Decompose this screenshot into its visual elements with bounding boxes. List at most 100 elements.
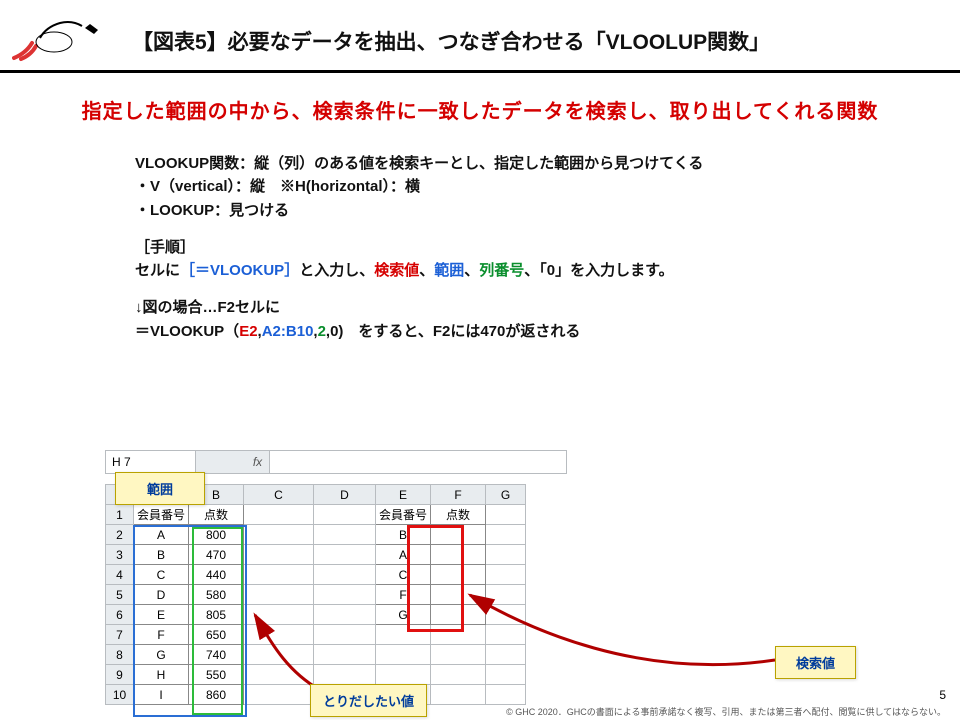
cell[interactable]: [314, 565, 376, 585]
logo: [12, 18, 102, 64]
row-header: 9: [106, 665, 134, 685]
formula-input[interactable]: [270, 451, 566, 473]
cell[interactable]: 点数: [431, 505, 486, 525]
col-header: F: [431, 485, 486, 505]
cell[interactable]: [244, 665, 314, 685]
note-take: とりだしたい値: [310, 684, 427, 717]
cell[interactable]: [244, 545, 314, 565]
cell[interactable]: [244, 645, 314, 665]
cell[interactable]: [376, 665, 431, 685]
cell[interactable]: [486, 685, 526, 705]
txt: と入力し、: [299, 262, 374, 279]
cell[interactable]: [486, 625, 526, 645]
txt: ＝VLOOKUP（: [135, 323, 239, 340]
cell[interactable]: [314, 605, 376, 625]
cell[interactable]: F: [134, 625, 189, 645]
cell[interactable]: [486, 565, 526, 585]
cell[interactable]: C: [134, 565, 189, 585]
body-line: ・LOOKUP：見つける: [135, 199, 960, 222]
cell[interactable]: 会員番号: [376, 505, 431, 525]
cell[interactable]: [431, 625, 486, 645]
cell[interactable]: 点数: [189, 505, 244, 525]
cell[interactable]: [431, 685, 486, 705]
row-header: 5: [106, 585, 134, 605]
cell[interactable]: 440: [189, 565, 244, 585]
cell[interactable]: 会員番号: [134, 505, 189, 525]
cell[interactable]: [431, 545, 486, 565]
cell[interactable]: A: [376, 545, 431, 565]
cell[interactable]: I: [134, 685, 189, 705]
grid: A B C D E F G 1 会員番号 点数 会員番号 点数 2 A 800 …: [105, 484, 526, 705]
note-key: 検索値: [775, 646, 856, 679]
copyright: © GHC 2020．GHCの書面による事前承諾なく複写、引用、または第三者へ配…: [506, 705, 946, 718]
col-header: D: [314, 485, 376, 505]
cell[interactable]: [244, 565, 314, 585]
col-header: G: [486, 485, 526, 505]
cell[interactable]: 650: [189, 625, 244, 645]
cell[interactable]: [376, 645, 431, 665]
cell[interactable]: [486, 645, 526, 665]
cell[interactable]: [314, 525, 376, 545]
row-header: 8: [106, 645, 134, 665]
cell[interactable]: 740: [189, 645, 244, 665]
cell[interactable]: [486, 665, 526, 685]
cell[interactable]: 860: [189, 685, 244, 705]
cell[interactable]: [314, 645, 376, 665]
cell[interactable]: [314, 665, 376, 685]
cell[interactable]: [486, 605, 526, 625]
cell[interactable]: [244, 505, 314, 525]
col-header: C: [244, 485, 314, 505]
cell[interactable]: 580: [189, 585, 244, 605]
cell[interactable]: [431, 605, 486, 625]
cell[interactable]: [486, 545, 526, 565]
cell[interactable]: G: [376, 605, 431, 625]
row-header: 10: [106, 685, 134, 705]
txt-range: A2:B10: [262, 323, 314, 340]
cell[interactable]: G: [134, 645, 189, 665]
txt: セルに: [135, 262, 180, 279]
cell[interactable]: B: [134, 545, 189, 565]
cell[interactable]: [431, 565, 486, 585]
cell[interactable]: [244, 685, 314, 705]
page-number: 5: [939, 688, 946, 702]
cell[interactable]: [314, 545, 376, 565]
cell[interactable]: 470: [189, 545, 244, 565]
cell[interactable]: [244, 585, 314, 605]
name-box[interactable]: H 7: [106, 451, 196, 473]
row-header: 6: [106, 605, 134, 625]
cell[interactable]: [314, 625, 376, 645]
row-header: 3: [106, 545, 134, 565]
cell[interactable]: [376, 625, 431, 645]
cell[interactable]: [244, 605, 314, 625]
col-header: E: [376, 485, 431, 505]
cell[interactable]: A: [134, 525, 189, 545]
cell[interactable]: [431, 665, 486, 685]
cell[interactable]: [486, 525, 526, 545]
cell[interactable]: 800: [189, 525, 244, 545]
txt-col: 列番号: [479, 262, 524, 279]
cell[interactable]: H: [134, 665, 189, 685]
cell[interactable]: [244, 525, 314, 545]
fx-icon[interactable]: fx: [246, 451, 270, 473]
cell[interactable]: [314, 585, 376, 605]
cell[interactable]: [431, 525, 486, 545]
cell[interactable]: B: [376, 525, 431, 545]
row-header: 2: [106, 525, 134, 545]
cell[interactable]: [431, 645, 486, 665]
txt-col: 2: [318, 323, 326, 340]
txt-formula: ［＝VLOOKUP］: [180, 262, 299, 279]
cell[interactable]: [431, 585, 486, 605]
cell[interactable]: 550: [189, 665, 244, 685]
body-line: ＝VLOOKUP（E2,A2:B10,2,0) をすると、F2には470が返され…: [135, 320, 960, 343]
cell[interactable]: C: [376, 565, 431, 585]
cell[interactable]: [486, 505, 526, 525]
cell[interactable]: E: [134, 605, 189, 625]
cell[interactable]: D: [134, 585, 189, 605]
cell[interactable]: [486, 585, 526, 605]
subtitle: 指定した範囲の中から、検索条件に一致したデータを検索し、取り出してくれる関数: [20, 95, 940, 124]
cell[interactable]: [314, 505, 376, 525]
cell[interactable]: [244, 625, 314, 645]
cell[interactable]: 805: [189, 605, 244, 625]
cell[interactable]: F: [376, 585, 431, 605]
txt: 、「0」を入力します。: [524, 262, 673, 279]
